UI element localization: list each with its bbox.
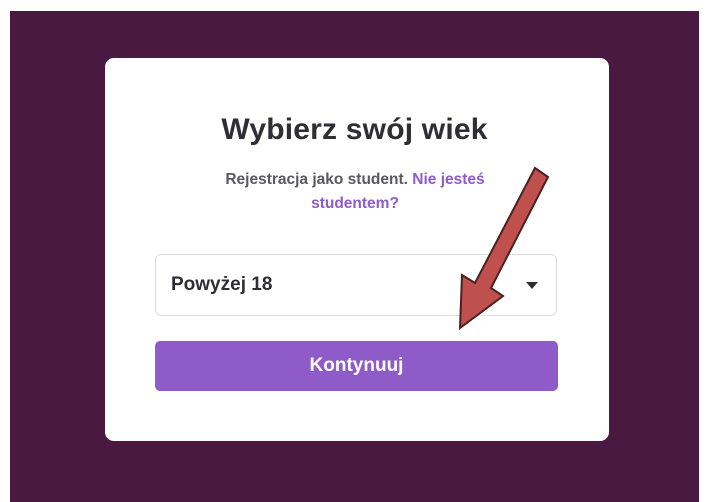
subtitle-text: Rejestracja jako student.	[225, 171, 408, 188]
dialog-title: Wybierz swój wiek	[221, 113, 488, 146]
dialog-subtitle: Rejestracja jako student. Nie jesteś stu…	[180, 168, 530, 216]
continue-button[interactable]: Kontynuuj	[155, 341, 558, 391]
caret-down-icon	[526, 282, 538, 289]
age-select-value: Powyżej 18	[171, 274, 273, 295]
age-select[interactable]: Powyżej 18	[155, 254, 557, 316]
